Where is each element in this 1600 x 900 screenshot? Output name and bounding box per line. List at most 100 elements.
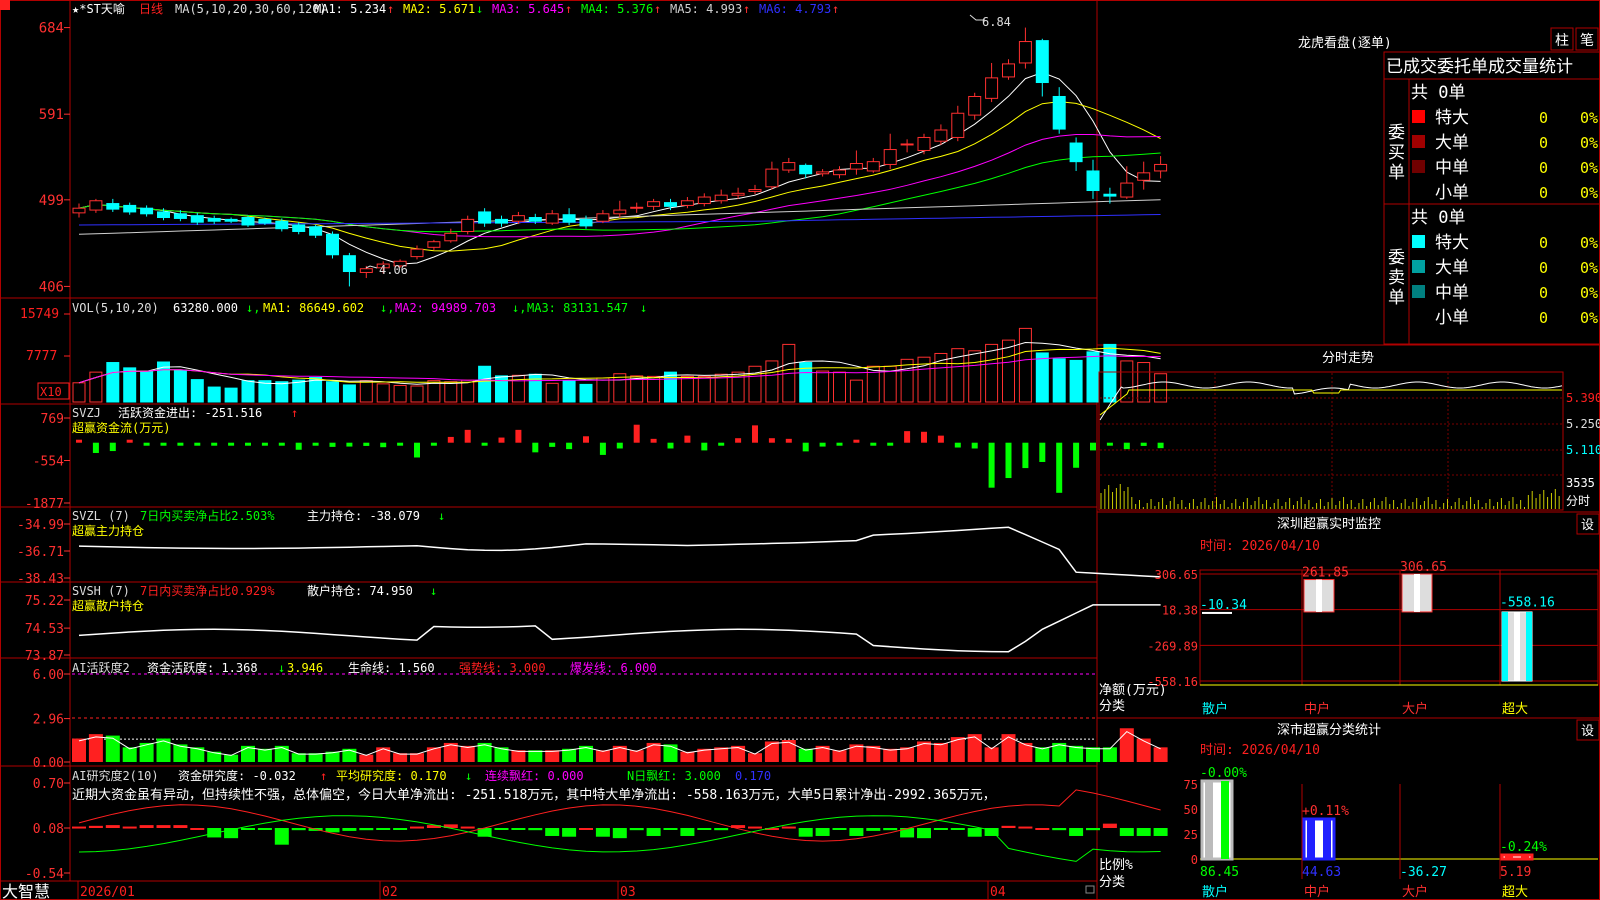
svzj-bar (921, 431, 927, 443)
ai1-bar (933, 742, 948, 762)
lock-icon[interactable] (1085, 885, 1095, 894)
ma-legend-arrow-5: ↑ (743, 2, 750, 16)
monitor-chart: 306.65 18.38 -269.89 -558.16 -10.34 散户 261.85 中… (1147, 560, 1599, 717)
intraday-ytick-3: 5.110 (1566, 443, 1600, 457)
ai1-label4: 强势线: 3.000 (459, 661, 546, 675)
svzj-bar (937, 435, 944, 443)
classify-category-2: 中户 (1304, 884, 1330, 900)
volume-bar (985, 343, 999, 403)
candle-body (309, 226, 323, 236)
svzj-bar (752, 425, 758, 443)
ai2-bar (748, 826, 762, 829)
candle-body (495, 218, 508, 224)
lhb-buy-section: 共 0单委买单 特大 0 0% 大单 0 0% 中单 0 0% 小单 0 0% (1388, 83, 1598, 203)
ai1-bar (629, 750, 644, 762)
monitor-value-label-4: -558.16 (1500, 596, 1555, 611)
classify-panel: 深市超赢分类统计 设 时间: 2026/04/10 75 50 25 0 -0.00% 8… (1099, 719, 1600, 900)
candle-body (917, 136, 931, 151)
classify-category-1: 散户 (1202, 884, 1228, 900)
candle-body (1018, 41, 1032, 64)
ai1-label3: 生命线: 1.560 (348, 660, 435, 675)
svsh-y-axis: 75.22 74.53 73.87 (25, 594, 70, 664)
svzj-bar (549, 442, 556, 447)
panel-corner-marker[interactable] (0, 0, 10, 10)
ai1-bar (72, 738, 86, 762)
ai1-bar (1086, 747, 1100, 762)
volume-bar (173, 369, 187, 403)
period-label[interactable]: 日线 (139, 2, 163, 16)
lhb-color-swatch (1412, 160, 1425, 173)
svzj-bar (447, 436, 454, 443)
stock-name[interactable]: ★*ST天喻 (72, 1, 125, 16)
svzj-bar (109, 442, 116, 452)
volume-bar (664, 371, 677, 403)
volume-bar (647, 375, 661, 403)
monitor-category-4: 超大 (1502, 702, 1528, 717)
svzj-bar (802, 442, 809, 452)
lhb-total: 共 0单 (1411, 208, 1465, 228)
svzj-bar (346, 442, 353, 447)
svzj-bar (971, 442, 978, 449)
svzj-bar (1140, 442, 1147, 446)
ai2-bar (241, 828, 255, 830)
vol-unit: X10 (40, 385, 62, 399)
ai2-bar (562, 828, 577, 837)
vol-ma2: MA2: 94989.703 (395, 301, 496, 315)
ai2-bar (714, 828, 729, 831)
ai1-bar (663, 744, 678, 762)
ai2-bar (1153, 828, 1168, 836)
ai2-bar (545, 828, 560, 836)
intraday-ytick-2: 5.250 (1566, 417, 1600, 431)
volume-bar (866, 365, 880, 403)
lhb-panel: 龙虎看盘(逐单) 柱 笔 已成交委托单成交量统计 共 0单委买单特大 0 0%大单 0… (1298, 27, 1600, 345)
lhb-row-count: 0 (1539, 284, 1548, 302)
classify-value-label-2: 44.63 (1302, 865, 1341, 880)
svg-text:↓: ↓ (438, 509, 445, 523)
candle-body (1120, 182, 1134, 198)
classify-time: 时间: 2026/04/10 (1200, 743, 1320, 758)
classify-title: 深市超赢分类统计 (1277, 722, 1381, 738)
vol-spec: VOL(5,10,20) (72, 301, 159, 315)
svzj-bar (1073, 442, 1080, 468)
volume-bars (72, 327, 1168, 403)
classify-ytick-1: 75 (1184, 778, 1198, 792)
candle-body (444, 232, 458, 242)
candle-body (72, 207, 86, 214)
volume-bar (1120, 360, 1134, 403)
ai2-bar (410, 826, 424, 829)
candle-body (1154, 163, 1168, 172)
candle-body (782, 162, 796, 171)
ai2-bar (933, 828, 948, 830)
svzj-bar (701, 442, 708, 451)
x-axis: 大智慧 2026/01 02 03 04 (2, 881, 1095, 900)
ai1-label2: 3.946 (287, 661, 323, 675)
svg-text:设: 设 (1581, 724, 1594, 739)
ai1-bar (105, 735, 120, 762)
volume-ma-2 (78, 347, 1161, 384)
classify-category-4: 超大 (1502, 885, 1528, 900)
volume-bar (258, 380, 272, 403)
svzj-bar (684, 435, 691, 443)
ma-legend: MA1: 5.234 ↑ MA2: 5.671 ↓ MA3: 5.645 ↑ MA4: 5.… (314, 2, 839, 16)
ai2-bar (257, 828, 272, 830)
lhb-row-pct: 0% (1580, 234, 1598, 252)
svzj-ytick-2: -554 (33, 455, 64, 470)
ai2-bar (393, 828, 408, 830)
svzj-bar (633, 424, 640, 443)
ma-spec: MA(5,10,20,30,60,120) (175, 2, 327, 16)
volume-bar (478, 365, 492, 403)
ai1-bar (1035, 747, 1050, 762)
candle-body (241, 217, 255, 226)
svsh-ytick-1: 75.22 (25, 594, 64, 609)
ai2-bar (815, 828, 830, 836)
candle-body (1086, 170, 1100, 192)
ai1-bar (1153, 747, 1168, 762)
candle-body (1052, 95, 1066, 130)
ai2-green-line (78, 815, 1161, 862)
svsh-ytick-2: 74.53 (25, 622, 64, 637)
candle-body (140, 207, 154, 215)
lhb-row-name: 大单 (1435, 258, 1469, 278)
lhb-row-pct: 0% (1580, 159, 1598, 177)
ai2-bar (579, 828, 593, 830)
classify-value-label-4: 5.19 (1500, 865, 1531, 880)
